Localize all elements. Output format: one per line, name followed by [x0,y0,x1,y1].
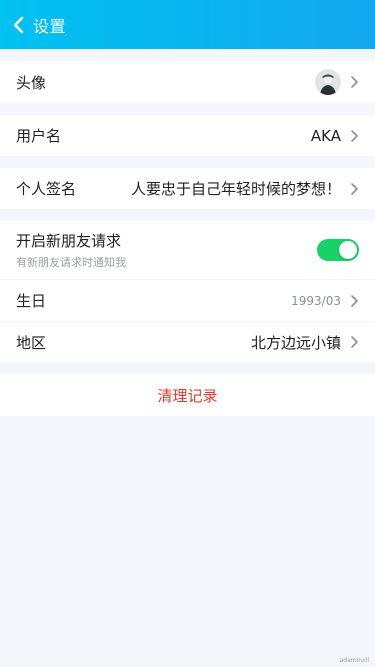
chevron-left-icon [13,16,24,33]
friend-request-label: 开启新朋友请求 [16,232,122,250]
birthday-label: 生日 [16,292,47,310]
signature-group: 个人签名 人要忠于自己年轻时候的梦想！ [0,168,375,209]
region-value: 北方边远小镇 [250,333,341,352]
friend-request-subtitle: 有新朋友请求时通知我 [16,256,126,269]
header: 设置 [0,0,375,49]
page-title: 设置 [33,16,67,36]
avatar [315,69,341,95]
signature-value: 人要忠于自己年轻时候的梦想！ [130,180,341,198]
birthday-value: 1993/03 [291,293,341,308]
chevron-right-icon [351,336,358,348]
back-button[interactable]: 设置 [0,0,66,49]
username-row[interactable]: 用户名 AKA [0,115,375,156]
chevron-right-icon [351,182,358,195]
clear-records-button[interactable]: 清理记录 [0,374,375,416]
watermark: adaminxll [339,657,369,664]
signature-label: 个人签名 [16,180,77,198]
friend-request-row: 开启新朋友请求 有新朋友请求时通知我 [0,221,375,280]
avatar-group: 头像 [0,61,375,103]
chevron-right-icon [351,129,358,142]
username-group: 用户名 AKA [0,115,375,156]
birthday-row[interactable]: 生日 1993/03 [0,280,375,322]
avatar-label: 头像 [16,73,47,92]
region-label: 地区 [16,333,47,352]
signature-row[interactable]: 个人签名 人要忠于自己年轻时候的梦想！ [0,168,375,209]
chevron-right-icon [351,76,358,88]
username-label: 用户名 [16,127,62,145]
chevron-right-icon [351,294,358,307]
settings-group: 开启新朋友请求 有新朋友请求时通知我 生日 1993/03 地区 北方边远小镇 [0,221,375,362]
username-value: AKA [310,126,341,145]
friend-request-toggle[interactable] [317,239,359,261]
avatar-row[interactable]: 头像 [0,61,375,103]
toggle-knob [339,241,357,259]
region-row[interactable]: 地区 北方边远小镇 [0,322,375,362]
